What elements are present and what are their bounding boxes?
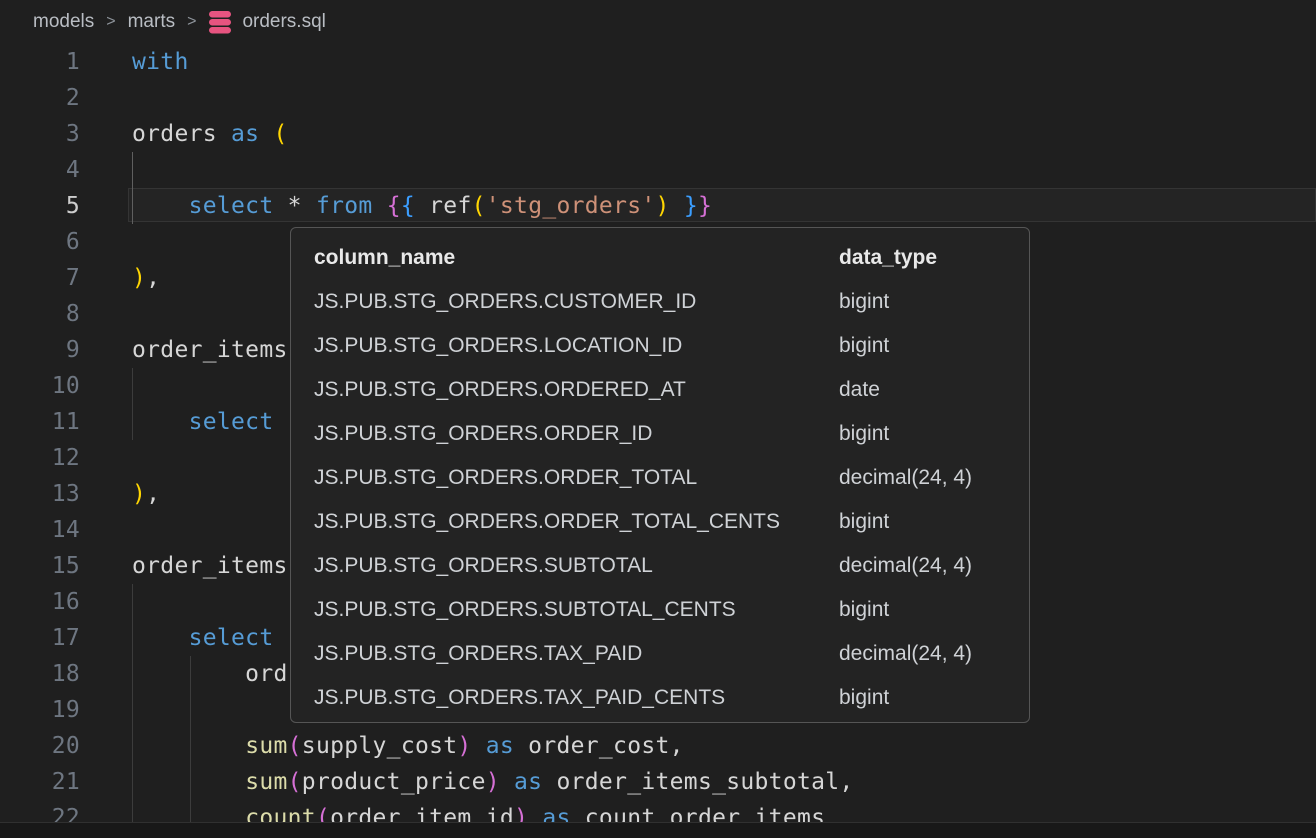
column-info-popup: column_name data_type JS.PUB.STG_ORDERS.… [290, 227, 1030, 723]
line-number: 12 [0, 440, 80, 476]
popup-row: JS.PUB.STG_ORDERS.SUBTOTAL decimal(24, 4) [291, 544, 1029, 588]
code-line[interactable]: 21 sum(product_price) as order_items_sub… [0, 764, 1316, 800]
popup-row: JS.PUB.STG_ORDERS.ORDER_TOTAL decimal(24,… [291, 456, 1029, 500]
popup-column-name: JS.PUB.STG_ORDERS.TAX_PAID [314, 632, 642, 676]
panel-divider [0, 822, 1316, 838]
line-content: ), [132, 481, 160, 507]
line-content: sum(product_price) as order_items_subtot… [132, 769, 854, 795]
popup-row: JS.PUB.STG_ORDERS.CUSTOMER_ID bigint [291, 280, 1029, 324]
line-content: orders as ( [132, 121, 288, 147]
popup-data-type: bigint [839, 500, 889, 544]
popup-column-name: JS.PUB.STG_ORDERS.ORDERED_AT [314, 368, 686, 412]
popup-data-type: decimal(24, 4) [839, 456, 972, 500]
popup-data-type: date [839, 368, 880, 412]
line-number: 19 [0, 692, 80, 728]
line-number: 17 [0, 620, 80, 656]
line-content: order_items [132, 553, 288, 579]
code-line[interactable]: 5 select * from {{ ref('stg_orders') }} [0, 188, 1316, 224]
line-content: select * from {{ ref('stg_orders') }} [132, 193, 712, 219]
line-number: 14 [0, 512, 80, 548]
popup-data-type: bigint [839, 280, 889, 324]
code-line[interactable]: 1 with [0, 44, 1316, 80]
line-content: sum(supply_cost) as order_cost, [132, 733, 684, 759]
popup-header-data-type: data_type [839, 236, 937, 280]
code-line[interactable]: 3 orders as ( [0, 116, 1316, 152]
popup-column-name: JS.PUB.STG_ORDERS.CUSTOMER_ID [314, 280, 696, 324]
line-number: 2 [0, 80, 80, 116]
line-number: 15 [0, 548, 80, 584]
popup-header-row: column_name data_type [291, 236, 1029, 280]
line-content: order_items [132, 337, 288, 363]
breadcrumb-item-marts[interactable]: marts [128, 11, 176, 33]
popup-data-type: bigint [839, 324, 889, 368]
breadcrumb-item-models[interactable]: models [33, 11, 94, 33]
code-line[interactable]: 20 sum(supply_cost) as order_cost, [0, 728, 1316, 764]
popup-data-type: bigint [839, 676, 889, 720]
popup-column-name: JS.PUB.STG_ORDERS.LOCATION_ID [314, 324, 682, 368]
popup-row: JS.PUB.STG_ORDERS.SUBTOTAL_CENTS bigint [291, 588, 1029, 632]
popup-row: JS.PUB.STG_ORDERS.TAX_PAID decimal(24, 4) [291, 632, 1029, 676]
popup-column-name: JS.PUB.STG_ORDERS.SUBTOTAL_CENTS [314, 588, 736, 632]
line-number: 1 [0, 44, 80, 80]
popup-column-name: JS.PUB.STG_ORDERS.SUBTOTAL [314, 544, 653, 588]
popup-row: JS.PUB.STG_ORDERS.ORDER_ID bigint [291, 412, 1029, 456]
popup-row: JS.PUB.STG_ORDERS.ORDER_TOTAL_CENTS bigin… [291, 500, 1029, 544]
code-line[interactable]: 2 [0, 80, 1316, 116]
popup-data-type: decimal(24, 4) [839, 632, 972, 676]
popup-data-type: bigint [839, 412, 889, 456]
line-number: 4 [0, 152, 80, 188]
line-number: 18 [0, 656, 80, 692]
chevron-right-icon: > [104, 13, 117, 31]
line-number: 16 [0, 584, 80, 620]
line-number: 3 [0, 116, 80, 152]
line-number: 20 [0, 728, 80, 764]
popup-row: JS.PUB.STG_ORDERS.TAX_PAID_CENTS bigint [291, 676, 1029, 720]
popup-data-type: decimal(24, 4) [839, 544, 972, 588]
line-number: 8 [0, 296, 80, 332]
popup-row: JS.PUB.STG_ORDERS.ORDERED_AT date [291, 368, 1029, 412]
popup-column-name: JS.PUB.STG_ORDERS.ORDER_TOTAL_CENTS [314, 500, 780, 544]
chevron-right-icon: > [185, 13, 198, 31]
line-content: select [132, 625, 273, 651]
line-content: select [132, 409, 273, 435]
line-content: ), [132, 265, 160, 291]
code-line[interactable]: 4 [0, 152, 1316, 188]
line-content: with [132, 49, 189, 75]
line-number: 21 [0, 764, 80, 800]
popup-column-name: JS.PUB.STG_ORDERS.TAX_PAID_CENTS [314, 676, 725, 720]
breadcrumb: models > marts > orders.sql [0, 0, 1316, 44]
line-content: ord [132, 661, 288, 687]
popup-row: JS.PUB.STG_ORDERS.LOCATION_ID bigint [291, 324, 1029, 368]
line-number: 7 [0, 260, 80, 296]
database-icon [208, 10, 232, 35]
popup-header-column-name: column_name [314, 236, 455, 280]
line-number: 5 [0, 188, 80, 224]
breadcrumb-file-name[interactable]: orders.sql [242, 11, 325, 33]
line-number: 13 [0, 476, 80, 512]
line-number: 9 [0, 332, 80, 368]
line-number: 6 [0, 224, 80, 260]
popup-data-type: bigint [839, 588, 889, 632]
popup-column-name: JS.PUB.STG_ORDERS.ORDER_TOTAL [314, 456, 697, 500]
line-number: 10 [0, 368, 80, 404]
line-number: 11 [0, 404, 80, 440]
popup-column-name: JS.PUB.STG_ORDERS.ORDER_ID [314, 412, 652, 456]
